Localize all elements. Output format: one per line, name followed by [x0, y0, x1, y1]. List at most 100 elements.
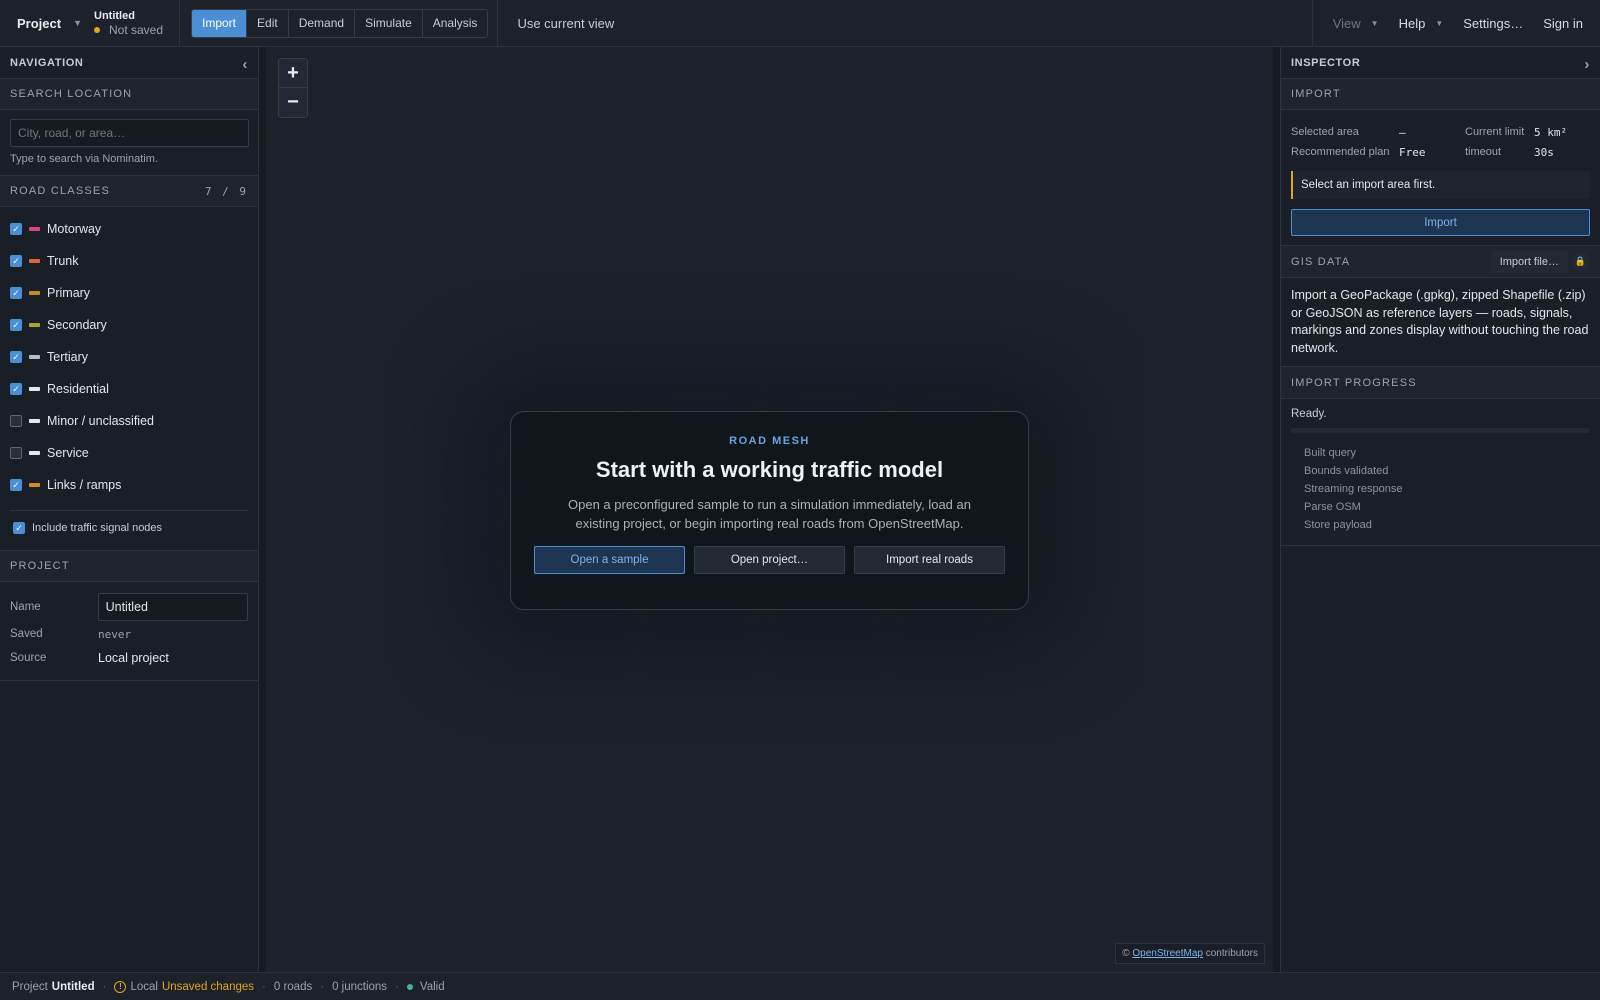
open-project-button[interactable]: Open project…: [694, 546, 845, 574]
project-section-header: PROJECT: [0, 550, 258, 582]
project-name-input[interactable]: Untitled: [97, 593, 248, 621]
road-class-checkbox[interactable]: ✓: [10, 319, 22, 331]
zoom-control: + −: [278, 58, 308, 118]
tab-analysis[interactable]: Analysis: [422, 9, 488, 37]
tab-import[interactable]: Import: [192, 9, 248, 37]
status-unsaved: Unsaved changes: [161, 980, 255, 993]
recommended-plan-value: Free: [1399, 146, 1426, 159]
sign-in-button[interactable]: Sign in: [1543, 16, 1583, 31]
tab-simulate[interactable]: Simulate: [355, 9, 423, 37]
help-menu[interactable]: Help ▼: [1399, 16, 1444, 31]
zoom-out-button[interactable]: −: [279, 88, 307, 117]
top-right-menu: View ▼ Help ▼ Settings… Sign in: [1311, 0, 1600, 47]
top-bar: Project ▼ Untitled Not saved Import Edit…: [0, 0, 1600, 47]
warning-icon: !: [114, 980, 127, 993]
road-class-label: Links / ramps: [47, 478, 122, 492]
chevron-down-icon[interactable]: ▼: [73, 18, 82, 28]
recommended-plan-label: Recommended plan: [1291, 146, 1390, 158]
use-current-view-button[interactable]: Use current view: [517, 16, 614, 31]
signal-nodes-toggle[interactable]: ✓ Include traffic signal nodes: [0, 511, 258, 550]
road-class-row[interactable]: ✓ Residential: [10, 373, 248, 405]
project-source-label: Source: [10, 652, 47, 664]
road-class-checkbox[interactable]: ✓: [10, 479, 22, 491]
chevron-down-icon[interactable]: ▼: [1371, 19, 1379, 28]
gis-description: Import a GeoPackage (.gpkg), zipped Shap…: [1281, 278, 1600, 367]
road-class-swatch: [29, 387, 40, 391]
road-class-checkbox[interactable]: [10, 415, 22, 427]
road-classes-title: ROAD CLASSES: [10, 185, 110, 197]
import-step: Parse OSM: [1304, 501, 1361, 513]
project-name-row: Name Untitled: [10, 592, 248, 622]
right-panel-resizer[interactable]: [1273, 47, 1280, 972]
road-class-swatch: [29, 483, 40, 487]
current-limit-value: 5 km²: [1534, 126, 1568, 139]
navigation-panel: NAVIGATION ‹ SEARCH LOCATION Type to sea…: [0, 47, 259, 972]
left-panel-resizer[interactable]: [259, 47, 266, 972]
dialog-title: Start with a working traffic model: [595, 457, 944, 482]
signal-nodes-label: Include traffic signal nodes: [32, 522, 163, 534]
project-meta: Untitled Not saved: [94, 9, 163, 37]
location-search-input[interactable]: [10, 119, 249, 147]
navigation-title: NAVIGATION: [10, 56, 84, 69]
current-limit-label: Current limit: [1465, 126, 1525, 138]
import-progress-header: IMPORT PROGRESS: [1281, 367, 1600, 399]
map-canvas[interactable]: + − ROAD MESH Start with a working traff…: [266, 47, 1273, 972]
import-section-title: IMPORT: [1291, 88, 1341, 100]
road-class-swatch: [29, 227, 40, 231]
road-class-checkbox[interactable]: [10, 447, 22, 459]
import-notice: Select an import area first.: [1291, 171, 1590, 199]
road-class-row[interactable]: ✓ Links / ramps: [10, 469, 248, 501]
view-menu-label[interactable]: View: [1333, 16, 1361, 31]
road-class-label: Primary: [47, 286, 91, 300]
attribution-prefix: ©: [1122, 948, 1130, 959]
status-dot-icon: [94, 27, 100, 33]
road-class-checkbox[interactable]: ✓: [10, 287, 22, 299]
separator: ·: [102, 980, 107, 993]
signal-nodes-checkbox[interactable]: ✓: [13, 522, 25, 534]
search-location-title: SEARCH LOCATION: [10, 88, 133, 100]
welcome-dialog: ROAD MESH Start with a working traffic m…: [510, 411, 1029, 610]
project-name-label: Name: [10, 601, 41, 613]
road-class-row[interactable]: ✓ Secondary: [10, 309, 248, 341]
chevron-right-icon[interactable]: ›: [1584, 56, 1590, 73]
road-class-list: ✓ Motorway ✓ Trunk ✓ Primary ✓ Secondary ✓ Tertia…: [0, 207, 258, 501]
road-class-row[interactable]: Service: [10, 437, 248, 469]
gis-data-title: GIS DATA: [1291, 255, 1351, 268]
road-class-row[interactable]: ✓ Tertiary: [10, 341, 248, 373]
road-class-checkbox[interactable]: ✓: [10, 223, 22, 235]
chevron-left-icon[interactable]: ‹: [242, 56, 248, 73]
project-saved-row: Saved never: [10, 622, 248, 646]
tab-edit[interactable]: Edit: [247, 9, 289, 37]
help-menu-label[interactable]: Help: [1399, 16, 1426, 31]
import-button[interactable]: Import: [1291, 209, 1590, 236]
road-class-checkbox[interactable]: ✓: [10, 255, 22, 267]
chevron-down-icon[interactable]: ▼: [1435, 19, 1443, 28]
openstreetmap-link[interactable]: OpenStreetMap: [1132, 948, 1203, 959]
status-project-name: Untitled: [51, 980, 95, 993]
road-class-checkbox[interactable]: ✓: [10, 383, 22, 395]
import-step: Streaming response: [1304, 483, 1403, 495]
lock-icon: 🔒: [1572, 252, 1590, 271]
road-class-row[interactable]: ✓ Motorway: [10, 213, 248, 245]
separator: ·: [262, 980, 266, 993]
import-file-button[interactable]: Import file…: [1490, 250, 1568, 273]
view-menu[interactable]: View ▼: [1333, 16, 1379, 31]
attribution-suffix: contributors: [1205, 948, 1258, 959]
road-class-row[interactable]: Minor / unclassified: [10, 405, 248, 437]
project-menu[interactable]: Project ▼ Untitled Not saved: [0, 0, 180, 46]
gis-actions: Import file… 🔒: [1490, 250, 1590, 273]
import-real-roads-button[interactable]: Import real roads: [854, 546, 1005, 574]
zoom-in-button[interactable]: +: [279, 59, 307, 88]
import-steps: Built query Bounds validated Streaming res…: [1281, 433, 1600, 546]
road-class-row[interactable]: ✓ Trunk: [10, 245, 248, 277]
road-class-checkbox[interactable]: ✓: [10, 351, 22, 363]
road-class-row[interactable]: ✓ Primary: [10, 277, 248, 309]
settings-button[interactable]: Settings…: [1463, 16, 1523, 31]
project-menu-label[interactable]: Project: [17, 16, 61, 31]
tab-demand[interactable]: Demand: [288, 9, 356, 37]
import-section-header: IMPORT: [1281, 78, 1600, 110]
toolbar-divider: [497, 0, 499, 47]
road-class-label: Motorway: [47, 222, 102, 236]
map-attribution: © OpenStreetMap contributors: [1115, 943, 1265, 964]
open-sample-button[interactable]: Open a sample: [534, 546, 685, 574]
